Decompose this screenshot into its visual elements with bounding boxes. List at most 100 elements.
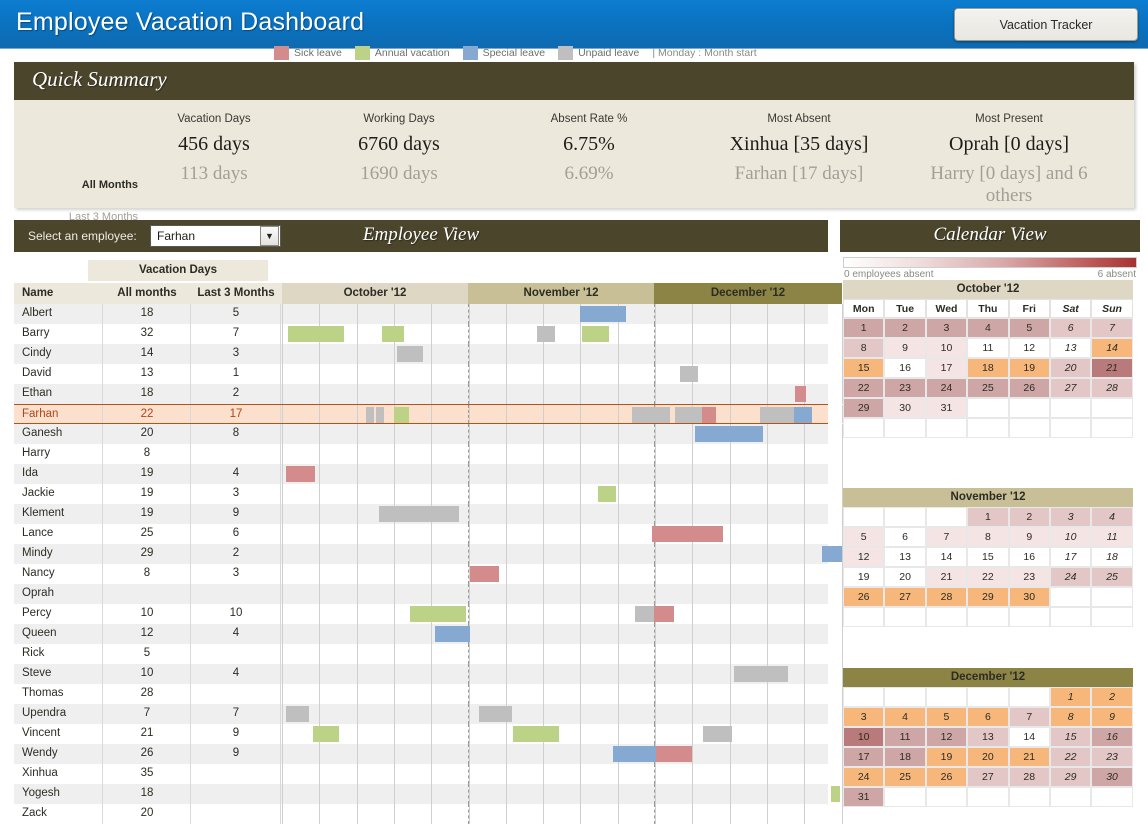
calendar-day-cell[interactable] bbox=[1091, 587, 1132, 607]
calendar-day-cell[interactable] bbox=[843, 687, 884, 707]
table-row[interactable]: Lance256 bbox=[14, 524, 828, 544]
calendar-day-cell[interactable] bbox=[1050, 787, 1091, 807]
calendar-day-cell[interactable]: 6 bbox=[1050, 318, 1091, 338]
calendar-day-cell[interactable]: 4 bbox=[1091, 507, 1132, 527]
calendar-day-cell[interactable] bbox=[884, 687, 925, 707]
calendar-day-cell[interactable]: 28 bbox=[926, 587, 967, 607]
calendar-day-cell[interactable]: 9 bbox=[1009, 527, 1050, 547]
calendar-day-cell[interactable]: 31 bbox=[843, 787, 884, 807]
calendar-day-cell[interactable] bbox=[884, 787, 925, 807]
calendar-day-cell[interactable] bbox=[967, 418, 1008, 438]
table-row[interactable]: Oprah bbox=[14, 584, 828, 604]
calendar-day-cell[interactable] bbox=[884, 607, 925, 627]
calendar-day-cell[interactable]: 19 bbox=[843, 567, 884, 587]
table-row[interactable]: Ethan182 bbox=[14, 384, 828, 404]
calendar-day-cell[interactable]: 11 bbox=[967, 338, 1008, 358]
table-row[interactable]: Cindy143 bbox=[14, 344, 828, 364]
calendar-day-cell[interactable]: 18 bbox=[967, 358, 1008, 378]
table-row[interactable]: Queen124 bbox=[14, 624, 828, 644]
calendar-day-cell[interactable]: 8 bbox=[967, 527, 1008, 547]
table-row[interactable]: Farhan2217 bbox=[14, 404, 828, 424]
vacation-tracker-button[interactable]: Vacation Tracker bbox=[954, 8, 1138, 41]
calendar-day-cell[interactable]: 24 bbox=[926, 378, 967, 398]
calendar-day-cell[interactable] bbox=[967, 607, 1008, 627]
calendar-day-cell[interactable]: 10 bbox=[843, 727, 884, 747]
table-row[interactable]: David131 bbox=[14, 364, 828, 384]
calendar-day-cell[interactable]: 16 bbox=[884, 358, 925, 378]
calendar-day-cell[interactable] bbox=[1091, 398, 1132, 418]
calendar-day-cell[interactable]: 8 bbox=[1050, 707, 1091, 727]
calendar-day-cell[interactable]: 20 bbox=[884, 567, 925, 587]
calendar-day-cell[interactable] bbox=[926, 787, 967, 807]
calendar-day-cell[interactable]: 7 bbox=[1009, 707, 1050, 727]
calendar-day-cell[interactable]: 30 bbox=[1091, 767, 1132, 787]
calendar-day-cell[interactable]: 12 bbox=[1009, 338, 1050, 358]
calendar-day-cell[interactable]: 27 bbox=[1050, 378, 1091, 398]
calendar-day-cell[interactable]: 2 bbox=[1009, 507, 1050, 527]
calendar-day-cell[interactable]: 1 bbox=[843, 318, 884, 338]
calendar-day-cell[interactable] bbox=[1009, 787, 1050, 807]
calendar-day-cell[interactable]: 29 bbox=[967, 587, 1008, 607]
calendar-day-cell[interactable]: 26 bbox=[843, 587, 884, 607]
calendar-day-cell[interactable]: 15 bbox=[1050, 727, 1091, 747]
calendar-day-cell[interactable] bbox=[1091, 418, 1132, 438]
calendar-day-cell[interactable]: 5 bbox=[926, 707, 967, 727]
calendar-day-cell[interactable] bbox=[926, 418, 967, 438]
calendar-day-cell[interactable]: 14 bbox=[1091, 338, 1132, 358]
calendar-day-cell[interactable] bbox=[884, 507, 925, 527]
calendar-day-cell[interactable]: 15 bbox=[843, 358, 884, 378]
calendar-day-cell[interactable]: 27 bbox=[967, 767, 1008, 787]
calendar-day-cell[interactable] bbox=[843, 507, 884, 527]
calendar-day-cell[interactable]: 16 bbox=[1091, 727, 1132, 747]
calendar-day-cell[interactable]: 21 bbox=[1091, 358, 1132, 378]
calendar-day-cell[interactable] bbox=[1009, 687, 1050, 707]
calendar-day-cell[interactable] bbox=[1091, 787, 1132, 807]
table-row[interactable]: Wendy269 bbox=[14, 744, 828, 764]
calendar-day-cell[interactable]: 5 bbox=[1009, 318, 1050, 338]
table-row[interactable]: Percy1010 bbox=[14, 604, 828, 624]
calendar-day-cell[interactable] bbox=[967, 398, 1008, 418]
table-row[interactable]: Yogesh18 bbox=[14, 784, 828, 804]
table-row[interactable]: Barry327 bbox=[14, 324, 828, 344]
calendar-day-cell[interactable]: 7 bbox=[1091, 318, 1132, 338]
calendar-day-cell[interactable]: 2 bbox=[1091, 687, 1132, 707]
calendar-day-cell[interactable]: 14 bbox=[926, 547, 967, 567]
calendar-day-cell[interactable]: 22 bbox=[1050, 747, 1091, 767]
calendar-day-cell[interactable]: 13 bbox=[967, 727, 1008, 747]
calendar-day-cell[interactable]: 17 bbox=[926, 358, 967, 378]
calendar-day-cell[interactable]: 9 bbox=[1091, 707, 1132, 727]
calendar-day-cell[interactable]: 23 bbox=[884, 378, 925, 398]
calendar-day-cell[interactable]: 22 bbox=[967, 567, 1008, 587]
table-row[interactable]: Xinhua35 bbox=[14, 764, 828, 784]
table-row[interactable]: Mindy292 bbox=[14, 544, 828, 564]
calendar-day-cell[interactable]: 9 bbox=[884, 338, 925, 358]
calendar-day-cell[interactable]: 17 bbox=[843, 747, 884, 767]
calendar-day-cell[interactable]: 18 bbox=[1091, 547, 1132, 567]
calendar-day-cell[interactable]: 25 bbox=[884, 767, 925, 787]
table-row[interactable]: Nancy83 bbox=[14, 564, 828, 584]
calendar-day-cell[interactable]: 22 bbox=[843, 378, 884, 398]
calendar-day-cell[interactable]: 27 bbox=[884, 587, 925, 607]
calendar-day-cell[interactable]: 17 bbox=[1050, 547, 1091, 567]
calendar-day-cell[interactable]: 1 bbox=[967, 507, 1008, 527]
calendar-day-cell[interactable]: 16 bbox=[1009, 547, 1050, 567]
table-row[interactable]: Jackie193 bbox=[14, 484, 828, 504]
calendar-day-cell[interactable]: 24 bbox=[843, 767, 884, 787]
calendar-day-cell[interactable]: 14 bbox=[1009, 727, 1050, 747]
calendar-day-cell[interactable]: 25 bbox=[967, 378, 1008, 398]
calendar-day-cell[interactable] bbox=[967, 687, 1008, 707]
calendar-day-cell[interactable] bbox=[1050, 418, 1091, 438]
calendar-day-cell[interactable]: 15 bbox=[967, 547, 1008, 567]
calendar-day-cell[interactable] bbox=[1009, 398, 1050, 418]
calendar-day-cell[interactable]: 23 bbox=[1009, 567, 1050, 587]
calendar-day-cell[interactable]: 11 bbox=[1091, 527, 1132, 547]
table-row[interactable]: Steve104 bbox=[14, 664, 828, 684]
calendar-day-cell[interactable]: 12 bbox=[843, 547, 884, 567]
calendar-day-cell[interactable] bbox=[1009, 418, 1050, 438]
calendar-day-cell[interactable]: 12 bbox=[926, 727, 967, 747]
calendar-day-cell[interactable]: 18 bbox=[884, 747, 925, 767]
calendar-day-cell[interactable]: 23 bbox=[1091, 747, 1132, 767]
calendar-day-cell[interactable] bbox=[843, 418, 884, 438]
table-row[interactable]: Upendra77 bbox=[14, 704, 828, 724]
calendar-day-cell[interactable]: 13 bbox=[1050, 338, 1091, 358]
